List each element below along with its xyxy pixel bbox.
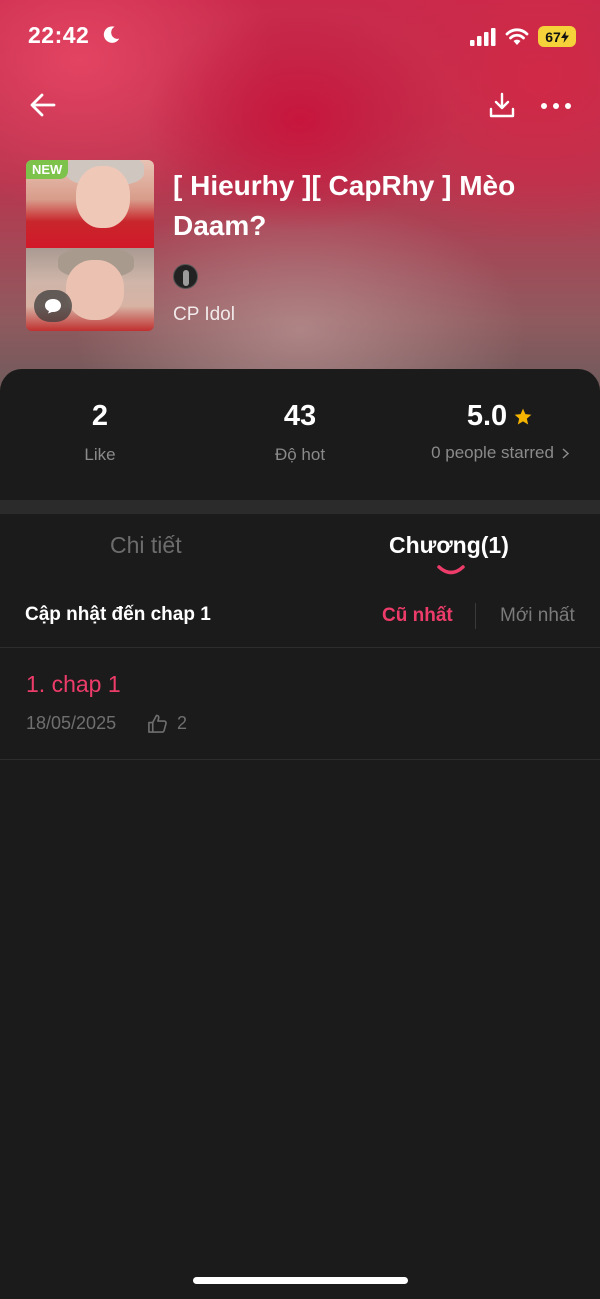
chat-bubble-icon	[34, 290, 72, 322]
status-time: 22:42	[28, 22, 90, 48]
moon-icon	[103, 26, 120, 43]
hero-header: 22:42 67 NEW [Hieurhy][CapRhy] Mèo D…	[0, 0, 600, 400]
wifi-icon	[505, 28, 529, 45]
list-divider-bottom	[0, 759, 600, 760]
update-status-label: Cập nhật đến chap 1	[25, 604, 211, 625]
story-genre[interactable]: CP Idol	[173, 304, 235, 326]
new-badge: NEW	[26, 160, 69, 179]
battery-charging-icon: 67	[538, 26, 576, 47]
list-divider-top	[0, 647, 600, 648]
bolt-icon	[560, 30, 569, 43]
chapter-likes: 2	[177, 713, 188, 733]
home-indicator[interactable]	[193, 1277, 408, 1284]
download-icon[interactable]	[488, 91, 516, 119]
sort-newest-button[interactable]: Mới nhất	[500, 605, 575, 627]
tab-details[interactable]: Chi tiết	[110, 532, 182, 559]
author-avatar[interactable]	[173, 264, 198, 289]
story-cover[interactable]: NEW	[26, 160, 154, 331]
hot-label: Độ hot	[274, 445, 326, 464]
chevron-right-icon	[562, 447, 569, 459]
sort-oldest-button[interactable]: Cũ nhất	[382, 605, 453, 627]
section-divider	[0, 500, 600, 514]
rating-value: 5.0	[466, 400, 508, 432]
thumbs-up-icon	[148, 714, 167, 733]
back-arrow-icon[interactable]	[28, 90, 58, 120]
more-icon[interactable]	[540, 96, 572, 116]
chapter-title[interactable]: 1. chap 1	[26, 671, 121, 698]
tab-chapters[interactable]: Chương(1)	[389, 532, 509, 559]
story-title: [ Hieurhy ][ CapRhy ] Mèo Daam?	[173, 170, 516, 241]
hot-value: 43	[283, 400, 317, 432]
signal-icon	[470, 28, 496, 46]
tab-active-indicator	[437, 565, 465, 575]
chapter-date: 18/05/2025	[26, 713, 117, 733]
likes-value: 2	[91, 400, 109, 432]
battery-level: 67	[545, 28, 561, 45]
sort-separator	[475, 603, 476, 629]
star-icon	[514, 408, 532, 424]
stat-hot: 43 Độ hot	[240, 400, 360, 465]
stat-likes: 2 Like	[40, 400, 160, 465]
likes-label: Like	[84, 445, 116, 464]
people-starred-label: 0 people starred	[431, 443, 554, 462]
stat-rating[interactable]: 5.0 0 people starred	[410, 400, 590, 463]
